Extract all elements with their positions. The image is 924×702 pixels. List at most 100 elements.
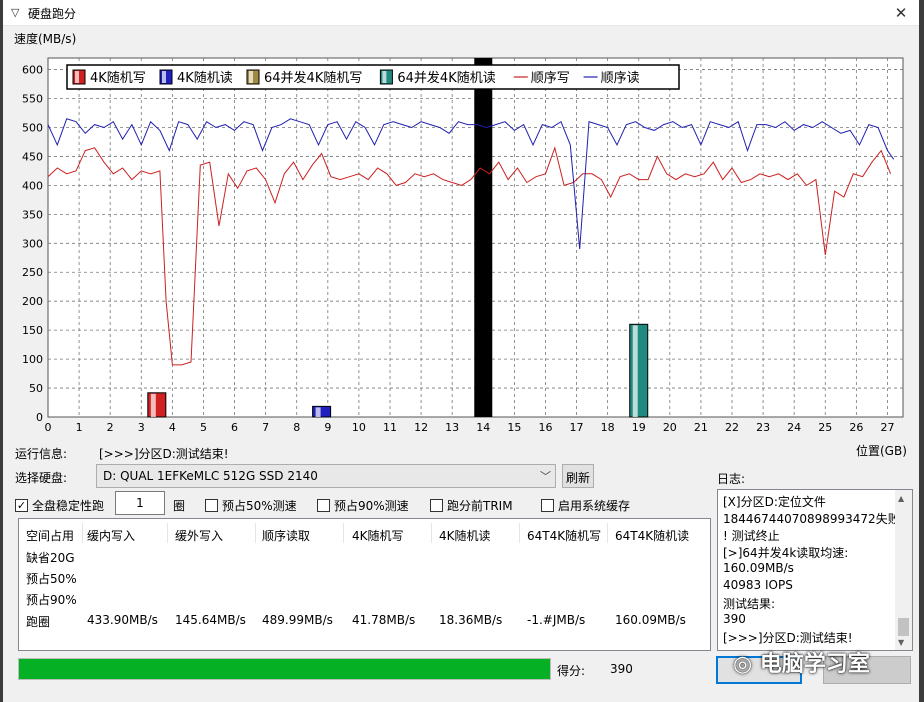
x-tick-label: 20 [663,421,677,434]
legend-swatch-highlight [75,71,79,83]
checkmark-icon[interactable]: ✓ [15,499,28,512]
app-icon: ▽ [11,6,20,19]
log-line: 160.09MB/s [723,561,794,575]
watermark: ◎ 电脑学习室 [733,646,870,678]
x-tick-label: 2 [107,421,114,434]
legend-label: 4K随机写 [90,71,146,86]
pre50-label: 预占50%测速 [222,499,297,513]
y-tick-label: 100 [22,353,43,366]
y-tick-label: 0 [36,411,43,424]
table-cell: 145.64MB/s [175,613,246,627]
log-line: [>>>]分区D:测试结束! [723,631,853,645]
table-row-label: 缺省20G [26,551,75,565]
y-tick-label: 600 [22,64,43,77]
bar-highlight [315,407,321,417]
column-header: 64T4K随机写 [527,529,602,543]
full-disk-checkbox[interactable]: ✓ 全盘稳定性跑 [15,497,104,514]
log-line: [>]64并发4k读取均速: [723,546,849,560]
scroll-down-icon[interactable]: ▼ [898,638,904,647]
refresh-button[interactable]: 刷新 [562,464,594,488]
disk-select[interactable]: D: QUAL 1EFKeMLC 512G SSD 2140 ﹀ [96,464,556,488]
legend-swatch-highlight [382,71,387,83]
table-cell: 41.78MB/s [352,613,416,627]
cache-checkbox[interactable]: 启用系统缓存 [541,497,630,514]
log-line: ! 测试终止 [723,529,780,543]
table-cell: 18.36MB/s [439,613,503,627]
x-tick-label: 0 [45,421,52,434]
log-line: 测试结果: [723,597,776,611]
y-tick-label: 350 [22,208,43,221]
results-table: 空间占用 缓内写入 缓外写入 顺序读取 4K随机写 4K随机读 64T4K随机写… [18,518,711,651]
full-disk-label: 全盘稳定性跑 [32,499,105,513]
x-tick-label: 11 [383,421,397,434]
pre90-label: 预占90%测速 [334,499,409,513]
y-tick-label: 150 [22,324,43,337]
progress-fill [19,659,550,679]
pre90-checkbox[interactable]: 预占90%测速 [317,497,409,514]
bar [312,405,332,418]
log-label: 日志: [717,472,746,486]
scroll-thumb[interactable] [898,618,909,636]
run-info-label: 运行信息: [15,447,68,461]
x-tick-label: 18 [601,421,615,434]
bar-highlight [150,393,156,417]
x-tick-label: 5 [200,421,207,434]
legend-label: 顺序写 [531,71,570,86]
bar-highlight [632,325,638,417]
x-tick-label: 16 [538,421,552,434]
table-cell: 433.90MB/s [87,613,158,627]
title-bar: ▽ 硬盘跑分 ✕ [3,0,919,26]
table-cell: 489.99MB/s [262,613,333,627]
y-tick-label: 50 [29,382,43,395]
x-tick-label: 12 [414,421,428,434]
log-line: [X]分区D:定位文件 [723,495,826,509]
y-tick-label: 500 [22,121,43,134]
legend-swatch-highlight [162,71,166,83]
log-textarea[interactable]: [X]分区D:定位文件 18446744070898993472失败 ! 测试终… [717,489,913,651]
x-tick-label: 14 [476,421,490,434]
speed-chart: 0501001502002503003504004505005506000 1 2 3… [15,50,913,440]
x-tick-label: 26 [849,421,863,434]
x-tick-label: 13 [445,421,459,434]
x-tick-label: 21 [694,421,708,434]
progress-bar [18,658,551,680]
x-axis-label: 位置(GB) [856,444,907,458]
trim-checkbox[interactable]: 跑分前TRIM [430,497,513,514]
disk-select-value: D: QUAL 1EFKeMLC 512G SSD 2140 [103,469,318,483]
legend-label: 4K随机读 [177,71,233,86]
scroll-up-icon[interactable]: ▲ [898,494,904,503]
chevron-down-icon[interactable]: ﹀ [540,468,551,484]
app-window: ▽ 硬盘跑分 ✕ 速度(MB/s) 0 50 100 150 200 250 300 350 4… [3,0,919,702]
table-row-label: 预占90% [26,593,77,607]
x-tick-label: 3 [138,421,145,434]
y-tick-label: 200 [22,295,43,308]
x-tick-label: 4 [169,421,176,434]
x-tick-label: 15 [507,421,521,434]
legend-label: 64并发4K随机写 [264,70,362,86]
x-tick-label: 23 [756,421,770,434]
loops-input[interactable]: 1 [115,491,165,515]
x-tick-label: 8 [293,421,300,434]
legend-label: 顺序读 [601,71,640,86]
table-cell: 160.09MB/s [615,613,686,627]
x-tick-label: 24 [787,421,801,434]
close-button[interactable]: ✕ [891,3,911,23]
y-axis-label: 速度(MB/s) [14,32,77,46]
legend-label: 64并发4K随机读 [397,70,495,86]
x-tick-label: 25 [818,421,832,434]
pre50-checkbox[interactable]: 预占50%测速 [205,497,297,514]
x-tick-label: 1 [76,421,83,434]
x-tick-label: 10 [352,421,366,434]
column-header: 4K随机写 [352,529,404,543]
x-tick-label: 27 [880,421,894,434]
y-tick-label: 250 [22,266,43,279]
x-tick-label: 17 [570,421,584,434]
chart-legend: 4K随机写 4K随机读 64并发4K随机写 64并发4K随机读 顺序写 顺序读 [66,64,680,90]
log-line: 390 [723,612,746,626]
y-tick-label: 400 [22,179,43,192]
run-info-value: [>>>]分区D:测试结束! [99,447,229,461]
watermark-text: 电脑学习室 [759,652,870,677]
column-header: 64T4K随机读 [615,529,690,543]
table-cell: -1.#JMB/s [527,613,586,627]
log-scrollbar[interactable]: ▲ ▼ [895,490,912,650]
